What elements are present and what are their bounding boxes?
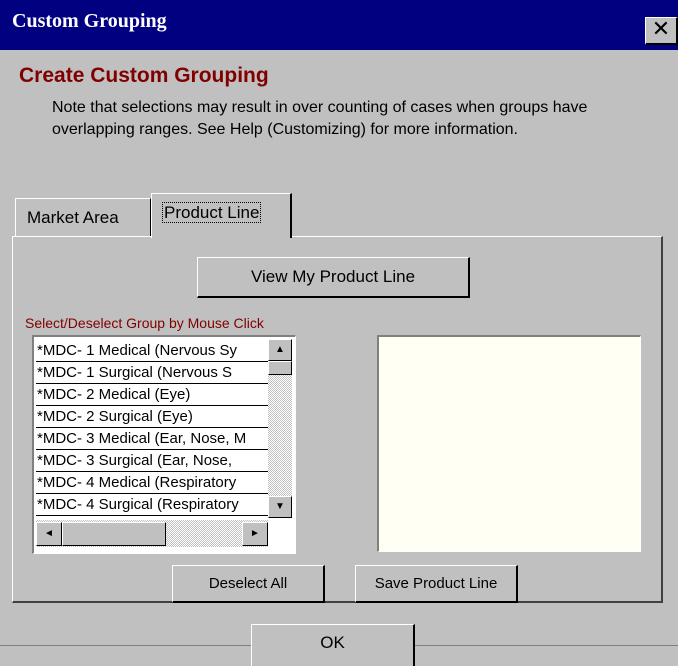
scroll-left-icon: ◄: [44, 528, 54, 539]
list-item[interactable]: *MDC- 1 Surgical (Nervous S: [36, 362, 268, 384]
list-item[interactable]: *MDC- 2 Medical (Eye): [36, 384, 268, 406]
note-text: Note that selections may result in over …: [52, 99, 588, 138]
tab-market-area-label: Market Area: [27, 208, 119, 227]
dialog-heading: Create Custom Grouping: [19, 64, 269, 87]
select-instruction-label: Select/Deselect Group by Mouse Click: [25, 315, 264, 331]
custom-grouping-dialog: Custom Grouping ✕ Create Custom Grouping…: [0, 0, 678, 666]
ok-button[interactable]: OK: [251, 624, 415, 666]
list-item[interactable]: *MDC- 3 Surgical (Ear, Nose,: [36, 450, 268, 472]
scroll-down-icon: ▼: [275, 501, 285, 512]
scroll-up-icon: ▲: [275, 344, 285, 355]
scroll-down-button[interactable]: ▼: [268, 496, 292, 518]
vertical-scroll-thumb[interactable]: [268, 361, 292, 375]
scroll-left-button[interactable]: ◄: [36, 522, 62, 546]
horizontal-scrollbar[interactable]: ◄ ►: [36, 520, 268, 547]
tab-product-line[interactable]: Product Line: [151, 193, 292, 238]
tab-product-line-label: Product Line: [161, 202, 262, 223]
close-button[interactable]: ✕: [645, 17, 678, 45]
group-listbox[interactable]: *MDC- 1 Medical (Nervous Sy *MDC- 1 Surg…: [32, 335, 296, 554]
list-item[interactable]: *MDC- 4 Medical (Respiratory: [36, 472, 268, 494]
list-item[interactable]: *MDC- 2 Surgical (Eye): [36, 406, 268, 428]
save-product-line-button[interactable]: Save Product Line: [355, 565, 518, 603]
scroll-right-icon: ►: [250, 528, 260, 539]
scroll-up-button[interactable]: ▲: [268, 339, 292, 361]
list-item[interactable]: *MDC- 1 Medical (Nervous Sy: [36, 340, 268, 362]
group-list: *MDC- 1 Medical (Nervous Sy *MDC- 1 Surg…: [36, 340, 268, 520]
vertical-scrollbar[interactable]: ▲ ▼: [268, 339, 292, 518]
title-bar: Custom Grouping ✕: [0, 0, 678, 50]
list-item[interactable]: *MDC- 3 Medical (Ear, Nose, M: [36, 428, 268, 450]
close-icon: ✕: [651, 17, 671, 42]
list-item[interactable]: *MDC- 4 Surgical (Respiratory: [36, 494, 268, 516]
tab-market-area[interactable]: Market Area: [15, 198, 151, 236]
product-line-textbox[interactable]: [377, 335, 641, 552]
scroll-right-button[interactable]: ►: [242, 522, 268, 546]
horizontal-scroll-thumb[interactable]: [62, 522, 166, 546]
window-title: Custom Grouping: [12, 10, 167, 32]
view-my-product-line-button[interactable]: View My Product Line: [197, 257, 470, 298]
deselect-all-button[interactable]: Deselect All: [172, 565, 325, 603]
